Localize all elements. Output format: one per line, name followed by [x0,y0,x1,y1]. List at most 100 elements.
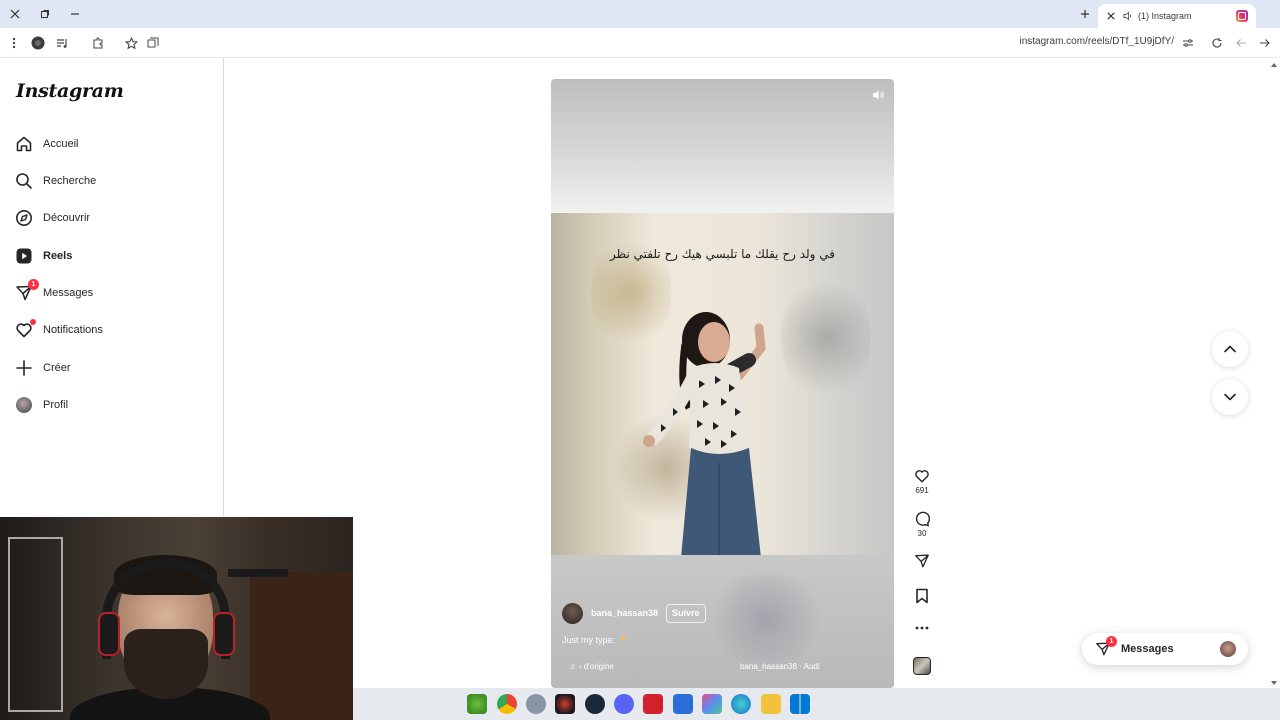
app-green-icon[interactable] [467,694,487,714]
webcam-cabinet [250,572,353,720]
sidebar-item-search[interactable]: Recherche [14,167,210,195]
background-blur [701,575,831,665]
sidebar-item-messages[interactable]: 1 Messages [14,279,210,307]
browser-titlebar: (1) Instagram [0,0,1280,28]
steam-icon[interactable] [585,694,605,714]
sidebar-item-label: Messages [43,287,94,299]
comment-count: 30 [917,529,927,538]
tab-audio-icon[interactable] [1122,10,1134,22]
app-red-icon[interactable] [555,694,575,714]
browser-menu-icon[interactable] [4,33,24,53]
like-count: 691 [915,486,929,495]
app-multicolor-icon[interactable] [702,694,722,714]
store-icon[interactable] [673,694,693,714]
bookmark-star-icon[interactable] [121,33,141,53]
plus-icon [14,358,34,378]
sidebar-item-label: Créer [43,362,71,374]
audio-label-left: › d'origine [579,662,614,671]
file-explorer-icon[interactable] [761,694,781,714]
chrome-icon[interactable] [497,694,517,714]
headset-earcup-right [213,612,235,656]
compass-icon [14,208,34,228]
messages-floating-button[interactable]: 1 Messages [1082,633,1248,665]
share-action[interactable] [910,553,934,569]
person-figure [611,298,851,555]
restore-window-icon[interactable] [36,5,54,23]
sidebar-item-label: Profil [43,399,69,411]
messenger-icon: 1 [1094,636,1117,658]
sidebar-item-label: Reels [43,250,73,262]
sparkle-icon: ✦ [619,634,628,645]
instagram-favicon-icon [1236,10,1248,22]
reel-caption[interactable]: Just my type: ✦ [562,634,627,645]
new-tab-icon[interactable] [1076,5,1094,23]
reel-player[interactable]: في ولد رح يقلك ما تلبسي هيك رح تلفتي نظر [551,79,894,688]
heart-icon [14,319,36,340]
address-bar[interactable]: instagram.com/reels/DTf_1U9jDfY/ [1020,36,1175,47]
reading-list-icon[interactable] [52,33,72,53]
volume-icon[interactable] [870,87,886,103]
browser-tab-instagram[interactable]: (1) Instagram [1098,4,1256,28]
sidebar-item-explore[interactable]: Découvrir [14,204,210,232]
settings-gear-icon[interactable] [526,694,546,714]
sidebar-item-home[interactable]: Accueil [14,130,210,158]
bookmark-icon[interactable] [915,588,929,604]
forward-icon[interactable] [1255,33,1275,53]
reel-info-panel: bana_hassan38 Suivre Just my type: ✦ ♫ ›… [551,555,894,688]
sidebar-item-notifications[interactable]: Notifications [14,316,210,344]
sidebar-item-reels[interactable]: Reels [14,242,210,270]
app-red-square-icon[interactable] [643,694,663,714]
sidebar-item-profile[interactable]: Profil [14,391,210,419]
discord-icon[interactable] [614,694,634,714]
scrollbar-down-icon[interactable] [1269,678,1279,688]
tab-close-icon[interactable] [1102,7,1120,25]
extensions-icon[interactable] [88,33,108,53]
messages-pill-badge: 1 [1106,636,1117,647]
sidebar-item-create[interactable]: Créer [14,354,210,382]
comment-action[interactable]: 30 [910,511,934,538]
webcam-shelf [8,537,63,712]
webcam-overlay [0,517,353,720]
browser-toolbar: instagram.com/reels/DTf_1U9jDfY/ [0,28,1280,58]
sidebar-item-label: Accueil [43,138,79,150]
sidebar-item-label: Recherche [43,175,97,187]
messages-pill-label: Messages [1121,643,1174,655]
more-options-icon[interactable] [915,626,929,630]
reel-audio[interactable]: ♫ › d'origine bana_hassan38 · Audi [569,662,820,671]
reel-video-frame[interactable]: في ولد رح يقلك ما تلبسي هيك رح تلفتي نظر [551,213,894,555]
headset-earcup-left [98,612,120,656]
like-action[interactable]: 691 [910,468,934,495]
minimize-window-icon[interactable] [66,5,84,23]
like-heart-icon[interactable] [914,468,930,484]
reel-top-letterbox [551,79,894,213]
save-action[interactable] [910,588,934,604]
reload-icon[interactable] [1207,33,1227,53]
profile-icon[interactable] [28,33,48,53]
avatar [16,397,32,413]
audio-label-right: bana_hassan38 · Audi [740,662,820,671]
back-icon[interactable] [1231,33,1251,53]
audio-thumbnail[interactable] [913,657,931,675]
site-settings-icon[interactable] [1178,33,1198,53]
close-window-icon[interactable] [6,5,24,23]
search-icon [14,171,34,191]
scrollbar-up-icon[interactable] [1269,60,1279,70]
author-username[interactable]: bana_hassan38 [591,608,658,618]
author-avatar[interactable] [562,602,583,624]
tab-title: (1) Instagram [1138,11,1192,21]
next-reel-button[interactable] [1212,379,1248,415]
collections-icon[interactable] [143,33,163,53]
profile-avatar-wrapper [14,395,34,415]
comment-icon[interactable] [914,511,930,527]
follow-button[interactable]: Suivre [666,603,706,623]
notification-dot [30,319,36,325]
more-options-action[interactable] [910,626,934,630]
previous-reel-button[interactable] [1212,331,1248,367]
share-icon[interactable] [914,553,930,569]
windows-start-icon[interactable] [790,694,810,714]
messenger-icon: 1 [14,279,39,303]
chevron-down-icon [1224,393,1236,401]
instagram-logo[interactable]: Instagram [16,80,124,102]
edge-icon[interactable] [731,694,751,714]
reel-author-row: bana_hassan38 Suivre [562,602,706,624]
